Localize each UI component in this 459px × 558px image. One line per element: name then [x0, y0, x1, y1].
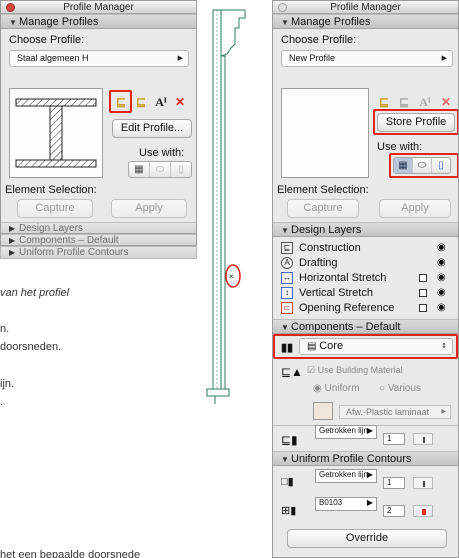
use-with-segment: ▦ ⬭ ▯ — [128, 161, 192, 178]
rename-profile-icon[interactable]: Aᴵ — [418, 95, 432, 109]
use-building-material-checkbox[interactable]: ☑ Use Building Material — [307, 365, 403, 376]
use-with-label: Use with: — [139, 147, 185, 159]
delete-profile-icon[interactable]: ✕ — [173, 95, 187, 109]
title-bar: Profile Manager — [273, 1, 458, 14]
eye-icon[interactable]: ◉ — [437, 241, 446, 255]
profile-section-drawing: × — [206, 9, 246, 404]
highlight-box — [273, 334, 458, 359]
material-swatch[interactable] — [313, 402, 333, 420]
eye-icon[interactable]: ◉ — [437, 256, 446, 270]
close-button[interactable] — [278, 3, 287, 12]
layer-checkbox[interactable] — [419, 289, 427, 297]
highlight-box — [389, 153, 458, 178]
element-selection-label: Element Selection: — [277, 184, 369, 196]
title-bar: Profile Manager — [1, 1, 196, 14]
beam-icon[interactable]: ⬭ — [150, 162, 171, 177]
manage-profiles-header[interactable]: ▼ Manage Profiles — [1, 14, 196, 29]
doc-text-line: doorsneden. — [0, 341, 62, 353]
fill-pen-swatch[interactable] — [413, 505, 433, 517]
horizontal-stretch-icon: ↔ — [281, 272, 293, 284]
fill-settings-icon: ⊑▲ — [281, 365, 303, 379]
rename-profile-icon[interactable]: Aᴵ — [154, 95, 168, 109]
highlight-box — [109, 90, 132, 113]
profile-dropdown[interactable]: New Profile ▶ — [281, 50, 453, 67]
override-button[interactable]: Override — [287, 529, 447, 548]
layer-row-vertical-stretch[interactable]: ↕ Vertical Stretch ◉ — [273, 286, 458, 300]
design-layers-header[interactable]: ▶ Design Layers — [1, 222, 196, 234]
contour-pen-swatch[interactable] — [413, 477, 433, 489]
uniform-profile-contours-header[interactable]: ▶ Uniform Profile Contours — [0, 246, 197, 259]
choose-profile-label: Choose Profile: — [9, 34, 85, 46]
duplicate-profile-icon[interactable]: ⊑ — [397, 95, 411, 109]
opening-reference-icon: ⊏ — [281, 302, 293, 314]
wall-icon[interactable]: ▦ — [129, 162, 150, 177]
layer-row-horizontal-stretch[interactable]: ↔ Horizontal Stretch ◉ — [273, 271, 458, 285]
layer-checkbox[interactable] — [419, 304, 427, 312]
element-selection-label: Element Selection: — [5, 184, 97, 196]
doc-text-line: n. — [0, 323, 10, 335]
edit-profile-button[interactable]: Edit Profile... — [112, 119, 192, 138]
eye-icon[interactable]: ◉ — [437, 271, 446, 285]
disclosure-triangle-icon: ▼ — [9, 18, 17, 27]
eye-icon[interactable]: ◉ — [437, 301, 446, 315]
profile-dropdown[interactable]: Staal algemeen H ▶ — [9, 50, 189, 67]
material-field[interactable]: Afw.-Plastic laminaat ▶ — [339, 405, 451, 419]
doc-text-line: van het profiel — [0, 287, 70, 299]
fill-line-icon: ⊞▮ — [281, 505, 297, 517]
capture-button[interactable]: Capture — [17, 199, 93, 218]
uniform-radio[interactable]: ◉ Uniform — [313, 383, 360, 394]
fill-pen-field[interactable]: 2 — [383, 505, 405, 517]
capture-button[interactable]: Capture — [287, 199, 359, 218]
contour-line-icon: □▮ — [281, 476, 294, 488]
line-pen-icon: ⊑▮ — [281, 433, 298, 447]
use-with-label: Use with: — [377, 141, 423, 153]
delete-profile-icon[interactable]: ✕ — [439, 95, 453, 109]
components-header[interactable]: ▶ Components – Default — [1, 234, 196, 246]
layer-checkbox[interactable] — [419, 274, 427, 282]
column-icon[interactable]: ▯ — [171, 162, 191, 177]
fill-line-type-dropdown[interactable]: B0103 ▶ — [315, 497, 377, 511]
dropdown-arrow-icon: ▶ — [441, 55, 447, 62]
uniform-profile-contours-header[interactable]: ▼ Uniform Profile Contours — [273, 451, 458, 466]
profile-preview — [281, 88, 369, 178]
choose-profile-label: Choose Profile: — [281, 34, 357, 46]
doc-text-line: het een bepaalde doorsnede — [0, 549, 141, 558]
profile-manager-panel-right: Profile Manager ▼ Manage Profiles Choose … — [272, 0, 459, 558]
dropdown-arrow-icon: ▶ — [177, 55, 183, 62]
pen-number-field[interactable]: 1 — [383, 433, 405, 445]
manage-profiles-header[interactable]: ▼ Manage Profiles — [273, 14, 458, 29]
apply-button[interactable]: Apply — [111, 199, 187, 218]
profile-preview — [9, 88, 103, 178]
layer-row-drafting[interactable]: A Drafting ◉ — [273, 256, 458, 270]
window-title: Profile Manager — [63, 2, 134, 13]
eye-icon[interactable]: ◉ — [437, 286, 446, 300]
design-layers-header[interactable]: ▼ Design Layers — [273, 222, 458, 237]
window-title: Profile Manager — [330, 2, 401, 13]
components-header[interactable]: ▼ Components – Default — [273, 319, 458, 334]
i-beam-profile-icon — [15, 98, 97, 168]
svg-text:×: × — [229, 272, 234, 281]
construction-layer-icon: ⊑ — [281, 242, 293, 254]
drafting-layer-icon: A — [281, 257, 293, 269]
doc-text-line: ijn. — [0, 378, 15, 390]
capture-profile-icon[interactable]: ⊑ — [377, 95, 391, 109]
doc-text-line: . — [0, 396, 4, 408]
profile-manager-panel-left: Profile Manager ▼ Manage Profiles Choose … — [0, 0, 197, 248]
highlight-box — [373, 109, 458, 135]
disclosure-triangle-icon: ▼ — [281, 18, 289, 27]
duplicate-profile-icon[interactable]: ⊑ — [134, 95, 148, 109]
various-radio[interactable]: ○ Various — [379, 383, 421, 394]
line-type-dropdown[interactable]: Getrokken lijn ▶ — [315, 425, 377, 439]
layer-row-opening-reference[interactable]: ⊏ Opening Reference ◉ — [273, 301, 458, 315]
contour-line-type-dropdown[interactable]: Getrokken lijn ▶ — [315, 469, 377, 483]
apply-button[interactable]: Apply — [379, 199, 451, 218]
vertical-stretch-icon: ↕ — [281, 287, 293, 299]
pen-color-swatch[interactable] — [413, 433, 433, 445]
collapsed-sections: ▶ Design Layers ▶ Components – Default — [1, 222, 196, 246]
contour-pen-field[interactable]: 1 — [383, 477, 405, 489]
close-button[interactable] — [6, 3, 15, 12]
layer-row-construction[interactable]: ⊑ Construction ◉ — [273, 241, 458, 255]
